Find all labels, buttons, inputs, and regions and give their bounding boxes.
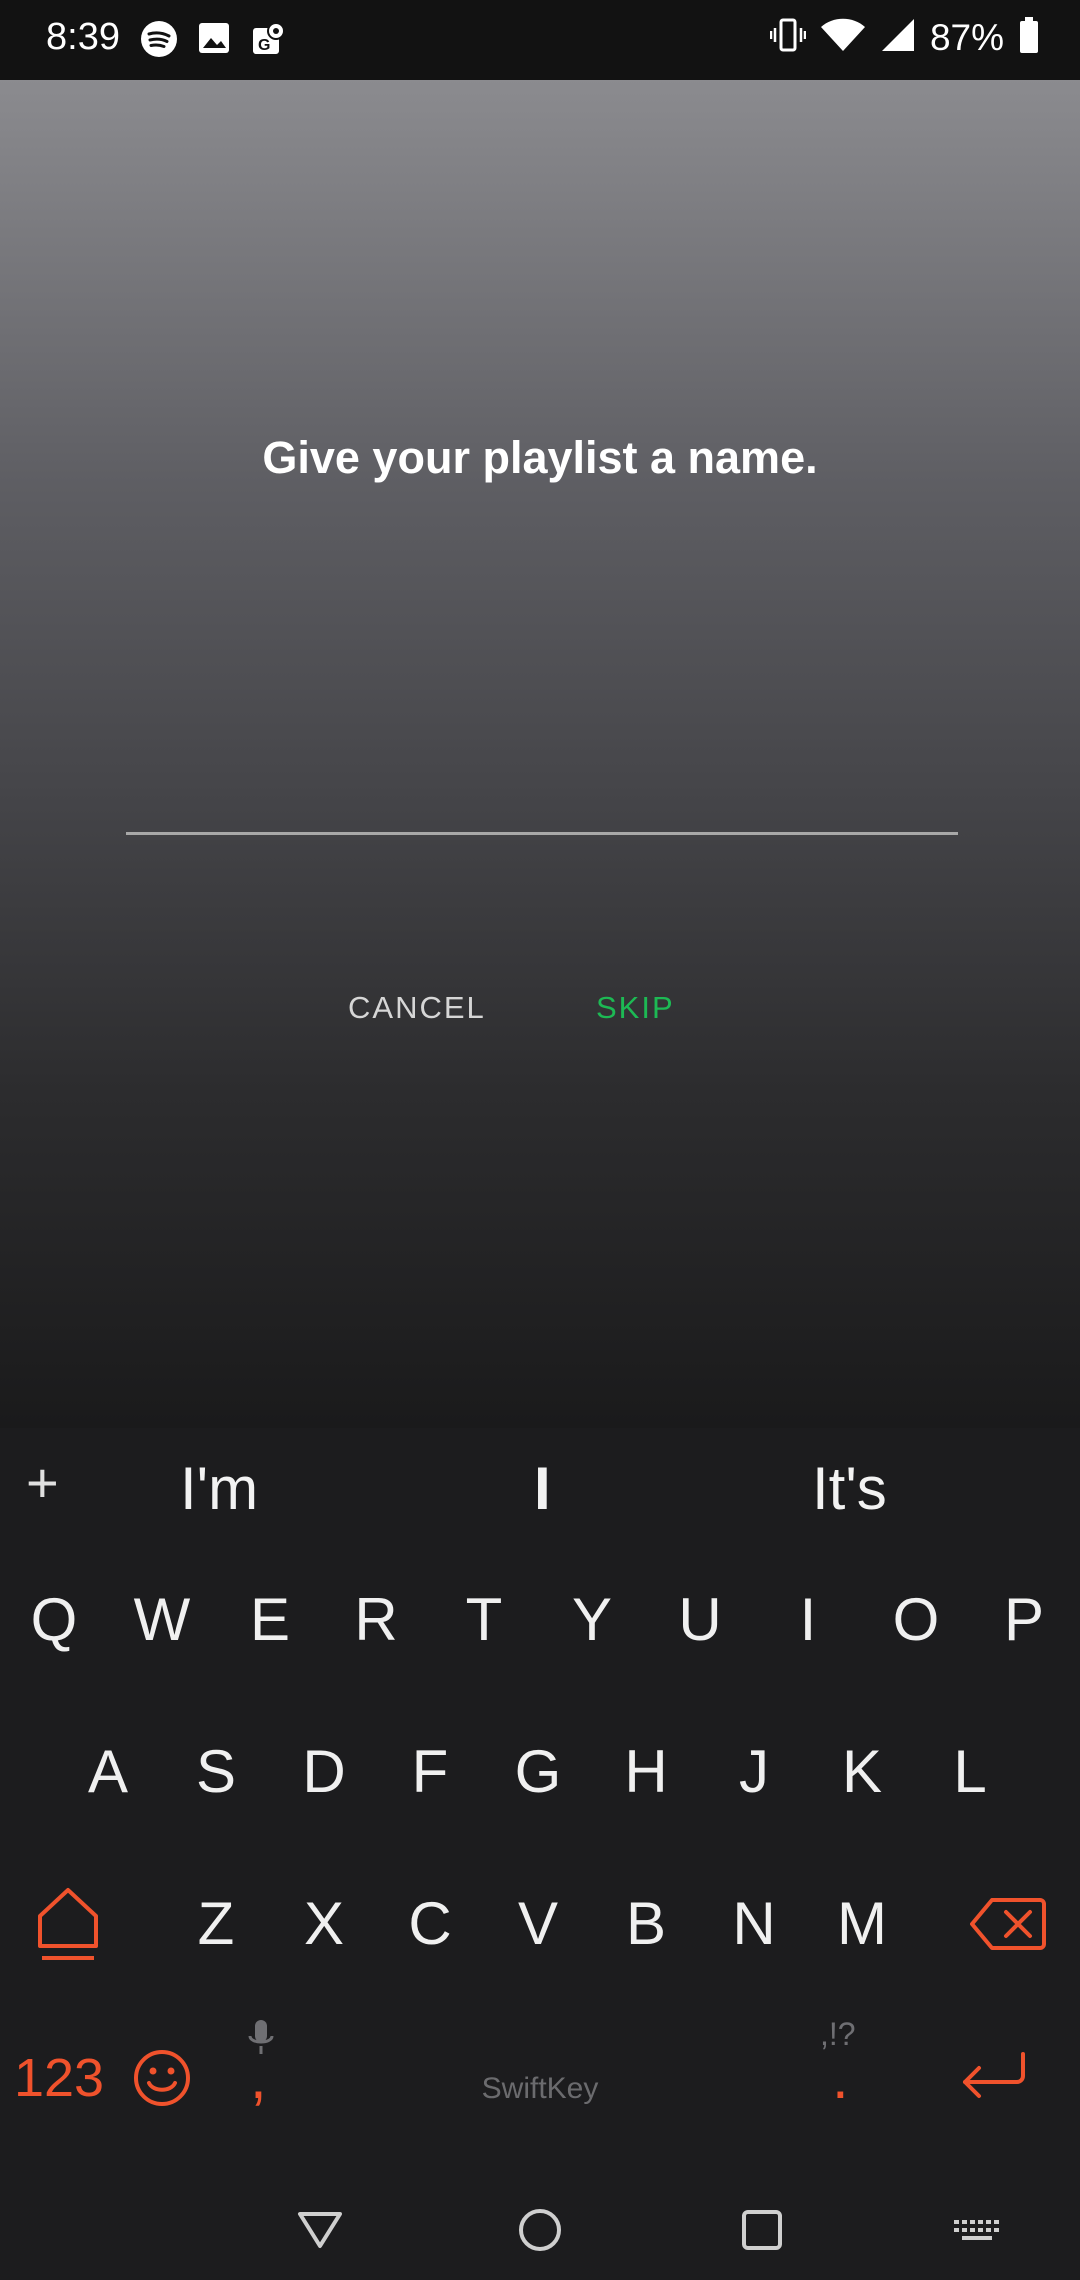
- enter-key[interactable]: [938, 2018, 1048, 2138]
- key-s[interactable]: S: [166, 1712, 266, 1832]
- suggestion-1[interactable]: I'm: [180, 1454, 258, 1523]
- svg-text:G: G: [258, 37, 270, 54]
- backspace-key[interactable]: [958, 1864, 1058, 1984]
- key-g[interactable]: G: [488, 1712, 588, 1832]
- key-z[interactable]: Z: [166, 1864, 266, 1984]
- key-j[interactable]: J: [704, 1712, 804, 1832]
- battery-icon: [1018, 16, 1040, 59]
- emoji-icon: [134, 2050, 190, 2106]
- signal-icon: [880, 17, 916, 58]
- key-h[interactable]: H: [596, 1712, 696, 1832]
- dialog-title: Give your playlist a name.: [262, 432, 818, 483]
- suggestion-3[interactable]: It's: [812, 1454, 887, 1523]
- key-r[interactable]: R: [326, 1560, 426, 1680]
- emoji-key[interactable]: [112, 2018, 212, 2138]
- period-label: .: [832, 2044, 849, 2111]
- comma-label: ,: [250, 2044, 267, 2111]
- key-v[interactable]: V: [488, 1864, 588, 1984]
- maps-icon: G: [250, 20, 288, 63]
- key-f[interactable]: F: [380, 1712, 480, 1832]
- key-e[interactable]: E: [220, 1560, 320, 1680]
- shift-key[interactable]: [18, 1864, 118, 1984]
- system-indicators: 87%: [769, 16, 1040, 59]
- vibrate-icon: [769, 16, 807, 59]
- key-n[interactable]: N: [704, 1864, 804, 1984]
- back-button[interactable]: [290, 2200, 350, 2260]
- spacebar[interactable]: SwiftKey: [310, 2018, 770, 2138]
- key-p[interactable]: P: [974, 1560, 1074, 1680]
- key-b[interactable]: B: [596, 1864, 696, 1984]
- key-t[interactable]: T: [434, 1560, 534, 1680]
- comma-key[interactable]: ,: [210, 2008, 310, 2148]
- period-key[interactable]: ,!? .: [790, 2008, 890, 2148]
- key-x[interactable]: X: [274, 1864, 374, 1984]
- key-u[interactable]: U: [650, 1560, 750, 1680]
- recents-button[interactable]: [732, 2200, 792, 2260]
- spotify-icon: [140, 20, 178, 63]
- skip-button[interactable]: SKIP: [584, 980, 687, 1036]
- notification-icons: G: [140, 20, 288, 63]
- swiftkey-keyboard: + I'm I It's Q W E R T Y U I O P A S D F…: [0, 1428, 1080, 2180]
- enter-icon: [963, 2052, 1025, 2098]
- home-icon: [519, 2209, 561, 2251]
- key-m[interactable]: M: [812, 1864, 912, 1984]
- numbers-key[interactable]: 123: [4, 2018, 114, 2138]
- cancel-button[interactable]: CANCEL: [336, 980, 498, 1036]
- battery-percent: 87%: [929, 16, 1004, 58]
- key-w[interactable]: W: [112, 1560, 212, 1680]
- suggestion-2[interactable]: I: [534, 1454, 551, 1523]
- keyboard-switch-icon: [954, 2220, 999, 2240]
- key-a[interactable]: A: [58, 1712, 158, 1832]
- key-l[interactable]: L: [920, 1712, 1020, 1832]
- playlist-name-input[interactable]: [126, 740, 958, 835]
- status-bar: 8:39 G 87%: [0, 0, 1080, 80]
- wifi-icon: [820, 17, 866, 58]
- key-q[interactable]: Q: [4, 1560, 104, 1680]
- image-icon: [196, 20, 232, 63]
- key-c[interactable]: C: [380, 1864, 480, 1984]
- shift-icon: [38, 1888, 98, 1960]
- toolbar-expand-button[interactable]: +: [26, 1450, 59, 1515]
- key-y[interactable]: Y: [542, 1560, 642, 1680]
- status-time: 8:39: [46, 16, 120, 58]
- key-k[interactable]: K: [812, 1712, 912, 1832]
- key-d[interactable]: D: [274, 1712, 374, 1832]
- playlist-name-dialog: Give your playlist a name. CANCEL SKIP: [0, 80, 1080, 1428]
- key-i[interactable]: I: [758, 1560, 858, 1680]
- backspace-icon: [970, 1898, 1046, 1950]
- navigation-bar: [0, 2180, 1080, 2280]
- swiftkey-brand: SwiftKey: [481, 2072, 599, 2105]
- key-o[interactable]: O: [866, 1560, 966, 1680]
- keyboard-switch-button[interactable]: [948, 2200, 1008, 2260]
- suggestion-bar: + I'm I It's: [0, 1428, 1080, 1548]
- home-button[interactable]: [510, 2200, 570, 2260]
- recents-icon: [742, 2210, 782, 2250]
- back-icon: [298, 2212, 342, 2248]
